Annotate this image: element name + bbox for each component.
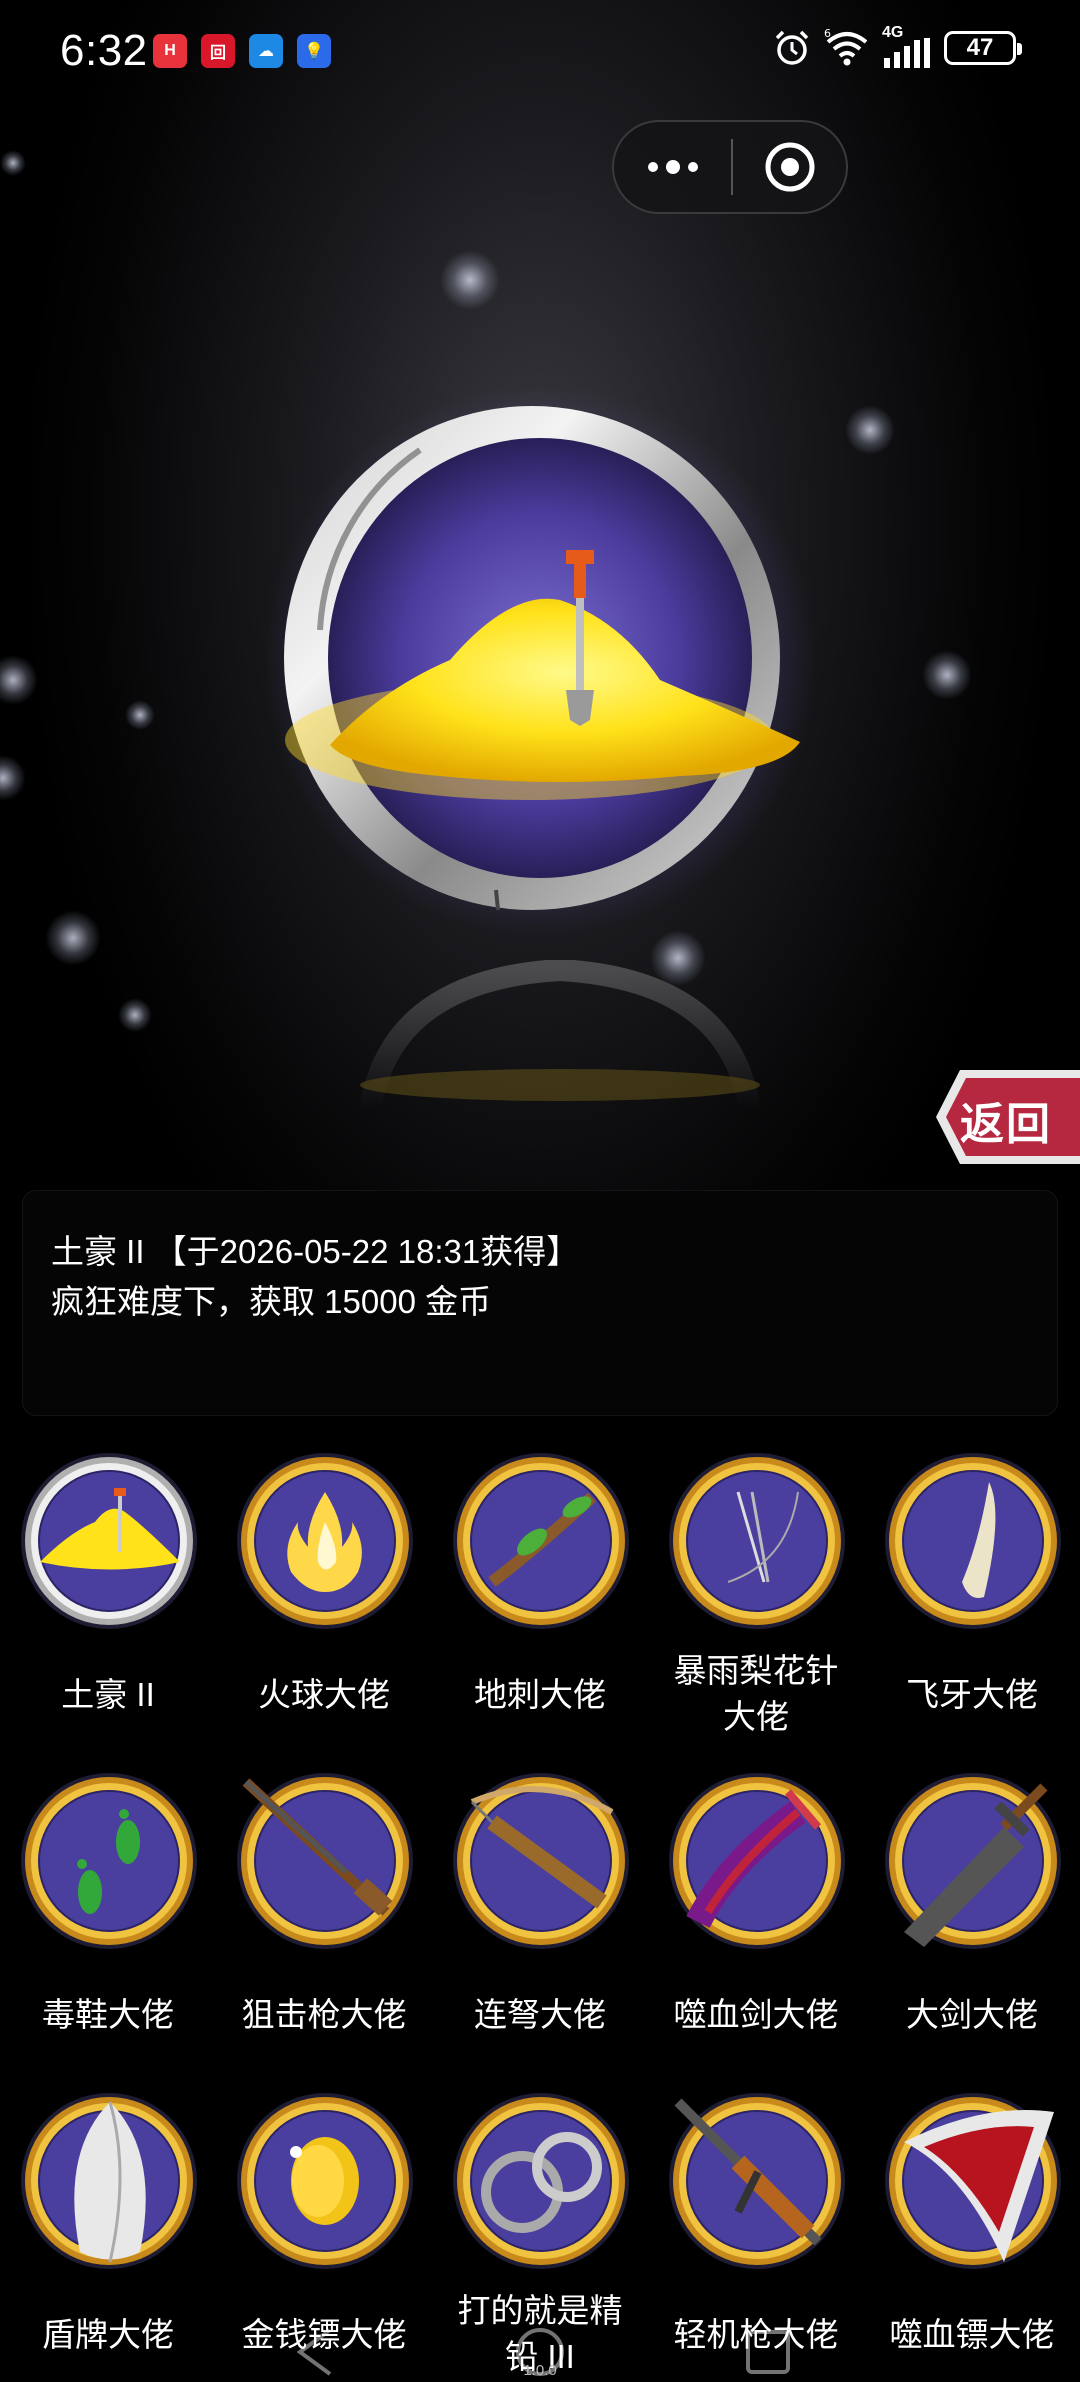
gold-coin-icon [237, 2093, 413, 2269]
achievement-label: 金钱镖大佬 [241, 2316, 407, 2353]
handcuffs-icon [453, 2093, 629, 2269]
achievement-item[interactable]: 飞牙大佬 [864, 1452, 1080, 1752]
achievement-item[interactable]: 轻机枪大佬 [648, 2092, 864, 2382]
achievement-medal-large [265, 390, 815, 935]
more-dots-icon[interactable] [614, 122, 731, 212]
achievement-item[interactable]: 暴雨梨花针大佬 [648, 1452, 864, 1752]
cellular-signal-icon: 4G [882, 24, 932, 68]
achievement-label: 噬血镖大佬 [889, 2316, 1055, 2353]
achievement-label: 狙击枪大佬 [241, 1996, 407, 2033]
blood-dart-icon [885, 2093, 1061, 2269]
achievement-item[interactable]: 大剑大佬 [864, 1772, 1080, 2072]
background-star [125, 700, 155, 730]
achievement-item[interactable]: 盾牌大佬 [0, 2092, 216, 2382]
crossbow-icon [453, 1773, 629, 1949]
app-root: 6:32 H 回 ☁ 💡 6 4G 47 返回 土豪 II 【于2026-05-… [0, 0, 1080, 2382]
achievement-item[interactable]: 噬血镖大佬 [864, 2092, 1080, 2382]
mini-program-capsule [612, 120, 848, 214]
poison-footprints-icon [21, 1773, 197, 1949]
medal-reflection [359, 960, 761, 1112]
huawei-icon: H [153, 34, 187, 68]
tips-icon: 💡 [297, 34, 331, 68]
background-star [922, 650, 972, 700]
achievement-detail-title: 土豪 II 【于2026-05-22 18:31获得】 [51, 1233, 580, 1270]
achievement-label: 地刺大佬 [474, 1676, 606, 1713]
target-close-icon[interactable] [733, 141, 846, 193]
status-indicators: 6 4G 47 [772, 24, 1022, 68]
achievement-item[interactable]: 连弩大佬 [432, 1772, 648, 2072]
achievement-detail-panel: 土豪 II 【于2026-05-22 18:31获得】 疯狂难度下，获取 150… [22, 1190, 1058, 1416]
machine-gun-icon [669, 2093, 845, 2269]
battery-level: 47 [966, 34, 994, 61]
greatsword-icon [885, 1773, 1061, 1949]
background-star [45, 910, 101, 966]
background-star [118, 998, 152, 1032]
background-star [440, 250, 500, 310]
achievement-item[interactable]: 金钱镖大佬 [216, 2092, 432, 2382]
fang-icon [885, 1453, 1061, 1629]
status-time: 6:32 [60, 26, 148, 75]
achievement-label: 大剑大佬 [906, 1996, 1038, 2033]
background-star [0, 150, 26, 176]
achievement-label: 飞牙大佬 [906, 1676, 1038, 1713]
achievement-item[interactable]: 地刺大佬 [432, 1452, 648, 1752]
achievement-item[interactable]: 土豪 II [0, 1452, 216, 1752]
achievement-detail-description: 疯狂难度下，获取 15000 金币 [51, 1283, 492, 1320]
battery-indicator: 47 [944, 31, 1022, 65]
wifi-icon: 6 [824, 28, 868, 66]
background-star [0, 655, 38, 705]
achievement-label: 土豪 II [61, 1676, 155, 1713]
bank-app-icon: 回 [201, 34, 235, 68]
needle-icon [669, 1453, 845, 1629]
achievement-label: 盾牌大佬 [42, 2316, 174, 2353]
achievement-grid: 土豪 II 火球大佬 地刺大佬 暴雨梨花针大佬 飞牙大佬毒鞋大佬 狙击枪大佬 连弩大佬 噬血剑… [0, 1440, 1080, 2382]
branch-spike-icon [453, 1453, 629, 1629]
version-label: 1.0.0 [523, 2362, 557, 2379]
achievement-label: 暴雨梨花针大佬 [673, 1652, 839, 1735]
achievement-label: 轻机枪大佬 [673, 2316, 839, 2353]
achievement-item[interactable]: 火球大佬 [216, 1452, 432, 1752]
weather-icon: ☁ [249, 34, 283, 68]
notification-icons: H 回 ☁ 💡 [153, 34, 331, 68]
gold-pile-icon [21, 1453, 197, 1629]
return-button[interactable]: 返回 [930, 1064, 1080, 1170]
achievement-item[interactable]: 噬血剑大佬 [648, 1772, 864, 2072]
achievement-label: 毒鞋大佬 [42, 1996, 174, 2033]
shield-icon [21, 2093, 197, 2269]
achievement-label: 连弩大佬 [474, 1996, 606, 2033]
achievement-label: 火球大佬 [258, 1676, 390, 1713]
fireball-icon [237, 1453, 413, 1629]
status-bar: 6:32 H 回 ☁ 💡 6 4G 47 [0, 0, 1080, 104]
achievement-item[interactable]: 打的就是精铅 III [432, 2092, 648, 2382]
alarm-icon [775, 30, 809, 65]
svg-text:6: 6 [824, 28, 831, 40]
background-star [0, 755, 26, 801]
sniper-rifle-icon [237, 1773, 413, 1949]
achievement-item[interactable]: 毒鞋大佬 [0, 1772, 216, 2072]
return-button-label: 返回 [960, 1100, 1052, 1149]
achievement-label: 噬血剑大佬 [673, 1996, 839, 2033]
blood-sword-icon [669, 1773, 845, 1949]
achievement-item[interactable]: 狙击枪大佬 [216, 1772, 432, 2072]
background-star [845, 405, 895, 455]
